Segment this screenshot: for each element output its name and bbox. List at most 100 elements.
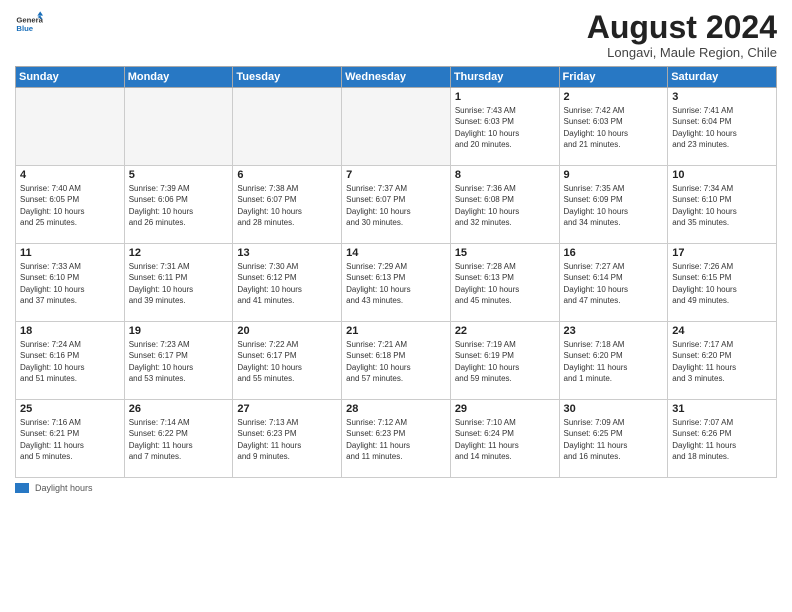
day-info: Sunrise: 7:24 AMSunset: 6:16 PMDaylight:… xyxy=(20,339,120,384)
day-info: Sunrise: 7:14 AMSunset: 6:22 PMDaylight:… xyxy=(129,417,229,462)
calendar-week-5: 25 Sunrise: 7:16 AMSunset: 6:21 PMDayligh… xyxy=(16,400,777,478)
day-number: 31 xyxy=(672,403,772,415)
logo-icon: General Blue xyxy=(15,10,43,38)
day-info: Sunrise: 7:29 AMSunset: 6:13 PMDaylight:… xyxy=(346,261,446,306)
header-saturday: Saturday xyxy=(668,67,777,88)
calendar-table: Sunday Monday Tuesday Wednesday Thursday… xyxy=(15,66,777,478)
day-info: Sunrise: 7:42 AMSunset: 6:03 PMDaylight:… xyxy=(564,105,664,150)
calendar-cell: 21 Sunrise: 7:21 AMSunset: 6:18 PMDayligh… xyxy=(342,322,451,400)
calendar-header-row: Sunday Monday Tuesday Wednesday Thursday… xyxy=(16,67,777,88)
day-info: Sunrise: 7:40 AMSunset: 6:05 PMDaylight:… xyxy=(20,183,120,228)
calendar-cell: 23 Sunrise: 7:18 AMSunset: 6:20 PMDayligh… xyxy=(559,322,668,400)
legend-box xyxy=(15,483,29,493)
calendar-cell: 25 Sunrise: 7:16 AMSunset: 6:21 PMDayligh… xyxy=(16,400,125,478)
day-info: Sunrise: 7:30 AMSunset: 6:12 PMDaylight:… xyxy=(237,261,337,306)
day-number: 4 xyxy=(20,169,120,181)
calendar-cell: 29 Sunrise: 7:10 AMSunset: 6:24 PMDayligh… xyxy=(450,400,559,478)
calendar-cell: 30 Sunrise: 7:09 AMSunset: 6:25 PMDayligh… xyxy=(559,400,668,478)
page-header: General Blue August 2024 Longavi, Maule … xyxy=(15,10,777,60)
day-number: 7 xyxy=(346,169,446,181)
day-number: 2 xyxy=(564,91,664,103)
day-number: 21 xyxy=(346,325,446,337)
calendar-cell: 8 Sunrise: 7:36 AMSunset: 6:08 PMDaylight… xyxy=(450,166,559,244)
calendar-cell: 14 Sunrise: 7:29 AMSunset: 6:13 PMDayligh… xyxy=(342,244,451,322)
day-number: 27 xyxy=(237,403,337,415)
day-number: 23 xyxy=(564,325,664,337)
calendar-cell: 28Sunrise: 7:12 AMSunset: 6:23 PMDayligh… xyxy=(342,400,451,478)
calendar-cell: 15Sunrise: 7:28 AMSunset: 6:13 PMDayligh… xyxy=(450,244,559,322)
legend: Daylight hours xyxy=(15,483,777,493)
day-number: 10 xyxy=(672,169,772,181)
day-info: Sunrise: 7:09 AMSunset: 6:25 PMDaylight:… xyxy=(564,417,664,462)
calendar-cell: 16 Sunrise: 7:27 AMSunset: 6:14 PMDayligh… xyxy=(559,244,668,322)
calendar-cell: 19Sunrise: 7:23 AMSunset: 6:17 PMDayligh… xyxy=(124,322,233,400)
title-block: August 2024 Longavi, Maule Region, Chile xyxy=(587,10,777,60)
day-info: Sunrise: 7:17 AMSunset: 6:20 PMDaylight:… xyxy=(672,339,772,384)
day-info: Sunrise: 7:07 AMSunset: 6:26 PMDaylight:… xyxy=(672,417,772,462)
day-number: 22 xyxy=(455,325,555,337)
month-title: August 2024 xyxy=(587,10,777,45)
calendar-cell: 26 Sunrise: 7:14 AMSunset: 6:22 PMDayligh… xyxy=(124,400,233,478)
calendar-cell: 13 Sunrise: 7:30 AMSunset: 6:12 PMDayligh… xyxy=(233,244,342,322)
day-info: Sunrise: 7:43 AMSunset: 6:03 PMDaylight:… xyxy=(455,105,555,150)
calendar-cell xyxy=(342,88,451,166)
header-friday: Friday xyxy=(559,67,668,88)
day-number: 16 xyxy=(564,247,664,259)
day-info: Sunrise: 7:38 AMSunset: 6:07 PMDaylight:… xyxy=(237,183,337,228)
calendar-cell: 31 Sunrise: 7:07 AMSunset: 6:26 PMDayligh… xyxy=(668,400,777,478)
calendar-week-4: 18Sunrise: 7:24 AMSunset: 6:16 PMDayligh… xyxy=(16,322,777,400)
day-info: Sunrise: 7:34 AMSunset: 6:10 PMDaylight:… xyxy=(672,183,772,228)
day-info: Sunrise: 7:16 AMSunset: 6:21 PMDaylight:… xyxy=(20,417,120,462)
day-info: Sunrise: 7:37 AMSunset: 6:07 PMDaylight:… xyxy=(346,183,446,228)
calendar-cell: 10 Sunrise: 7:34 AMSunset: 6:10 PMDayligh… xyxy=(668,166,777,244)
calendar-cell: 24 Sunrise: 7:17 AMSunset: 6:20 PMDayligh… xyxy=(668,322,777,400)
day-info: Sunrise: 7:36 AMSunset: 6:08 PMDaylight:… xyxy=(455,183,555,228)
day-number: 19 xyxy=(129,325,229,337)
calendar-cell: 22 Sunrise: 7:19 AMSunset: 6:19 PMDayligh… xyxy=(450,322,559,400)
calendar-cell: 6 Sunrise: 7:38 AMSunset: 6:07 PMDaylight… xyxy=(233,166,342,244)
day-info: Sunrise: 7:26 AMSunset: 6:15 PMDaylight:… xyxy=(672,261,772,306)
day-number: 8 xyxy=(455,169,555,181)
calendar-cell: 4 Sunrise: 7:40 AMSunset: 6:05 PMDaylight… xyxy=(16,166,125,244)
calendar-cell: 17Sunrise: 7:26 AMSunset: 6:15 PMDayligh… xyxy=(668,244,777,322)
day-number: 5 xyxy=(129,169,229,181)
svg-text:Blue: Blue xyxy=(16,24,33,33)
day-number: 26 xyxy=(129,403,229,415)
calendar-cell: 5 Sunrise: 7:39 AMSunset: 6:06 PMDaylight… xyxy=(124,166,233,244)
day-number: 13 xyxy=(237,247,337,259)
day-number: 11 xyxy=(20,247,120,259)
day-number: 28 xyxy=(346,403,446,415)
calendar-cell: 18Sunrise: 7:24 AMSunset: 6:16 PMDayligh… xyxy=(16,322,125,400)
day-info: Sunrise: 7:35 AMSunset: 6:09 PMDaylight:… xyxy=(564,183,664,228)
day-number: 14 xyxy=(346,247,446,259)
calendar-cell: 27 Sunrise: 7:13 AMSunset: 6:23 PMDayligh… xyxy=(233,400,342,478)
day-number: 3 xyxy=(672,91,772,103)
day-number: 29 xyxy=(455,403,555,415)
day-info: Sunrise: 7:18 AMSunset: 6:20 PMDaylight:… xyxy=(564,339,664,384)
day-number: 25 xyxy=(20,403,120,415)
calendar-cell: 7 Sunrise: 7:37 AMSunset: 6:07 PMDaylight… xyxy=(342,166,451,244)
day-info: Sunrise: 7:33 AMSunset: 6:10 PMDaylight:… xyxy=(20,261,120,306)
day-number: 1 xyxy=(455,91,555,103)
day-info: Sunrise: 7:10 AMSunset: 6:24 PMDaylight:… xyxy=(455,417,555,462)
legend-label: Daylight hours xyxy=(35,483,93,493)
day-info: Sunrise: 7:13 AMSunset: 6:23 PMDaylight:… xyxy=(237,417,337,462)
day-info: Sunrise: 7:27 AMSunset: 6:14 PMDaylight:… xyxy=(564,261,664,306)
day-info: Sunrise: 7:39 AMSunset: 6:06 PMDaylight:… xyxy=(129,183,229,228)
day-number: 30 xyxy=(564,403,664,415)
calendar-cell: 11 Sunrise: 7:33 AMSunset: 6:10 PMDayligh… xyxy=(16,244,125,322)
day-number: 20 xyxy=(237,325,337,337)
calendar-cell xyxy=(124,88,233,166)
calendar-cell: 1 Sunrise: 7:43 AMSunset: 6:03 PMDaylight… xyxy=(450,88,559,166)
header-sunday: Sunday xyxy=(16,67,125,88)
calendar-cell: 20Sunrise: 7:22 AMSunset: 6:17 PMDayligh… xyxy=(233,322,342,400)
day-info: Sunrise: 7:21 AMSunset: 6:18 PMDaylight:… xyxy=(346,339,446,384)
header-wednesday: Wednesday xyxy=(342,67,451,88)
calendar-cell: 12Sunrise: 7:31 AMSunset: 6:11 PMDayligh… xyxy=(124,244,233,322)
day-number: 24 xyxy=(672,325,772,337)
day-info: Sunrise: 7:19 AMSunset: 6:19 PMDaylight:… xyxy=(455,339,555,384)
calendar-week-3: 11 Sunrise: 7:33 AMSunset: 6:10 PMDayligh… xyxy=(16,244,777,322)
logo: General Blue xyxy=(15,10,43,38)
day-number: 6 xyxy=(237,169,337,181)
day-number: 9 xyxy=(564,169,664,181)
